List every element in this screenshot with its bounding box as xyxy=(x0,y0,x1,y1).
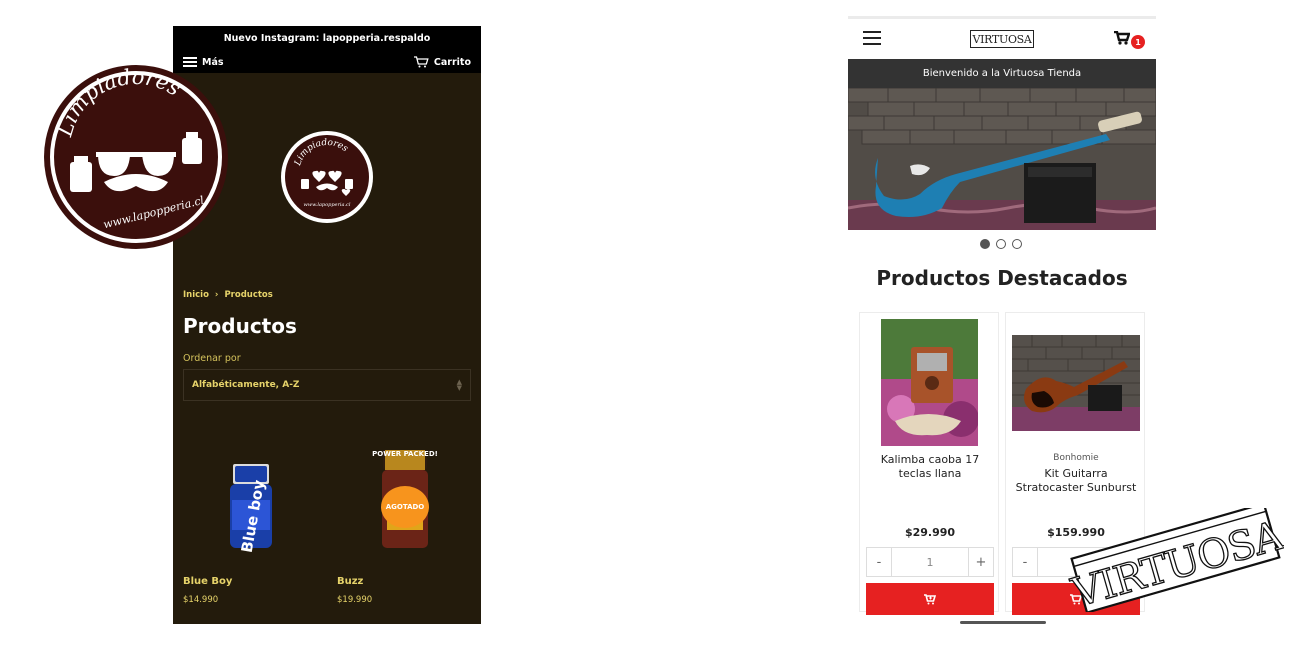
carousel-dots xyxy=(980,239,1022,249)
shop-logo[interactable]: Limpiadores www.lapopperia.cl xyxy=(281,131,373,223)
status-divider xyxy=(848,16,1156,19)
shop-logo-url: www.lapopperia.cl xyxy=(304,202,351,208)
sort-selected-value: Alfabéticamente, A-Z xyxy=(192,380,300,390)
product-title[interactable]: Kit Guitarra Stratocaster Sunburst xyxy=(1014,467,1138,495)
breadcrumb-separator: › xyxy=(214,290,219,300)
shop-logo-art: Limpiadores www.lapopperia.cl xyxy=(293,138,353,208)
add-to-cart-button[interactable] xyxy=(866,583,994,615)
product-card-blue-boy[interactable]: Blue boy Blue Boy $14.990 xyxy=(183,450,313,610)
carousel-dot-1[interactable] xyxy=(980,239,990,249)
quantity-stepper: - 1 + xyxy=(866,547,994,577)
product-title[interactable]: Kalimba caoba 17 teclas llana xyxy=(868,453,992,481)
home-indicator[interactable] xyxy=(960,621,1046,624)
product-card-kalimba[interactable]: Kalimba caoba 17 teclas llana $29.990 - … xyxy=(859,312,999,615)
breadcrumb: Inicio › Productos xyxy=(183,290,273,300)
select-arrows-icon: ▲ ▼ xyxy=(456,378,462,392)
cart-count-badge: 1 xyxy=(1131,35,1145,49)
product-price: $14.990 xyxy=(183,595,219,605)
section-title: Productos Destacados xyxy=(876,266,1128,290)
page-title: Productos xyxy=(183,314,297,338)
qty-minus-button[interactable]: - xyxy=(1013,548,1038,576)
sort-label: Ordenar por xyxy=(183,353,241,364)
virtuosa-stamp-logo: VIRTUOSA xyxy=(1066,502,1290,618)
product-name[interactable]: Buzz xyxy=(337,576,363,587)
product-price: $19.990 xyxy=(337,595,373,605)
hero-carousel-image[interactable] xyxy=(848,88,1156,230)
qty-minus-button[interactable]: - xyxy=(867,548,892,576)
cart-label: Carrito xyxy=(433,56,471,68)
welcome-banner: Bienvenido a la Virtuosa Tienda xyxy=(848,59,1156,88)
announcement-bar[interactable]: Nuevo Instagram: lapopperia.respaldo xyxy=(173,26,481,51)
product-image-blue-boy[interactable]: Blue boy xyxy=(183,450,313,570)
cart-icon xyxy=(413,56,429,68)
qty-plus-button[interactable]: + xyxy=(968,548,993,576)
cart-button[interactable]: Carrito xyxy=(413,56,471,68)
svg-text:Limpiadores: Limpiadores xyxy=(293,138,350,168)
breadcrumb-current: Productos xyxy=(224,290,273,300)
carousel-dot-3[interactable] xyxy=(1012,239,1022,249)
buzz-bottle-text: POWER PACKED! xyxy=(372,450,438,458)
product-image-guitar-kit[interactable] xyxy=(1012,335,1140,431)
product-card-buzz[interactable]: POWER PACKED! AGOTADO Buzz $19.990 xyxy=(337,444,467,610)
cart-icon[interactable] xyxy=(1114,31,1130,45)
shop-logo-title: Limpiadores xyxy=(293,138,350,168)
cart-plus-icon xyxy=(924,593,936,604)
virtuosa-stamp-text: VIRTUOSA xyxy=(1068,512,1284,612)
product-image-kalimba[interactable] xyxy=(881,319,978,446)
sold-out-badge: AGOTADO xyxy=(381,486,429,528)
brand-logo[interactable]: VIRTUOSA xyxy=(970,30,1034,48)
breadcrumb-home-link[interactable]: Inicio xyxy=(183,290,209,300)
product-price: $29.990 xyxy=(904,526,956,539)
screenshot-canvas: Nuevo Instagram: lapopperia.respaldo Más… xyxy=(0,0,1300,650)
limpiadores-stamp-logo: Limpiadores www.lapopperia.cl xyxy=(42,64,230,250)
product-image-buzz[interactable]: POWER PACKED! AGOTADO xyxy=(337,444,467,570)
carousel-dot-2[interactable] xyxy=(996,239,1006,249)
header: VIRTUOSA 1 xyxy=(848,20,1156,58)
product-brand: Bonhomie xyxy=(1053,453,1099,463)
qty-input[interactable]: 1 xyxy=(892,548,968,576)
sort-select[interactable]: Alfabéticamente, A-Z ▲ ▼ xyxy=(183,369,471,401)
product-name[interactable]: Blue Boy xyxy=(183,576,232,587)
hamburger-icon[interactable] xyxy=(863,31,881,45)
